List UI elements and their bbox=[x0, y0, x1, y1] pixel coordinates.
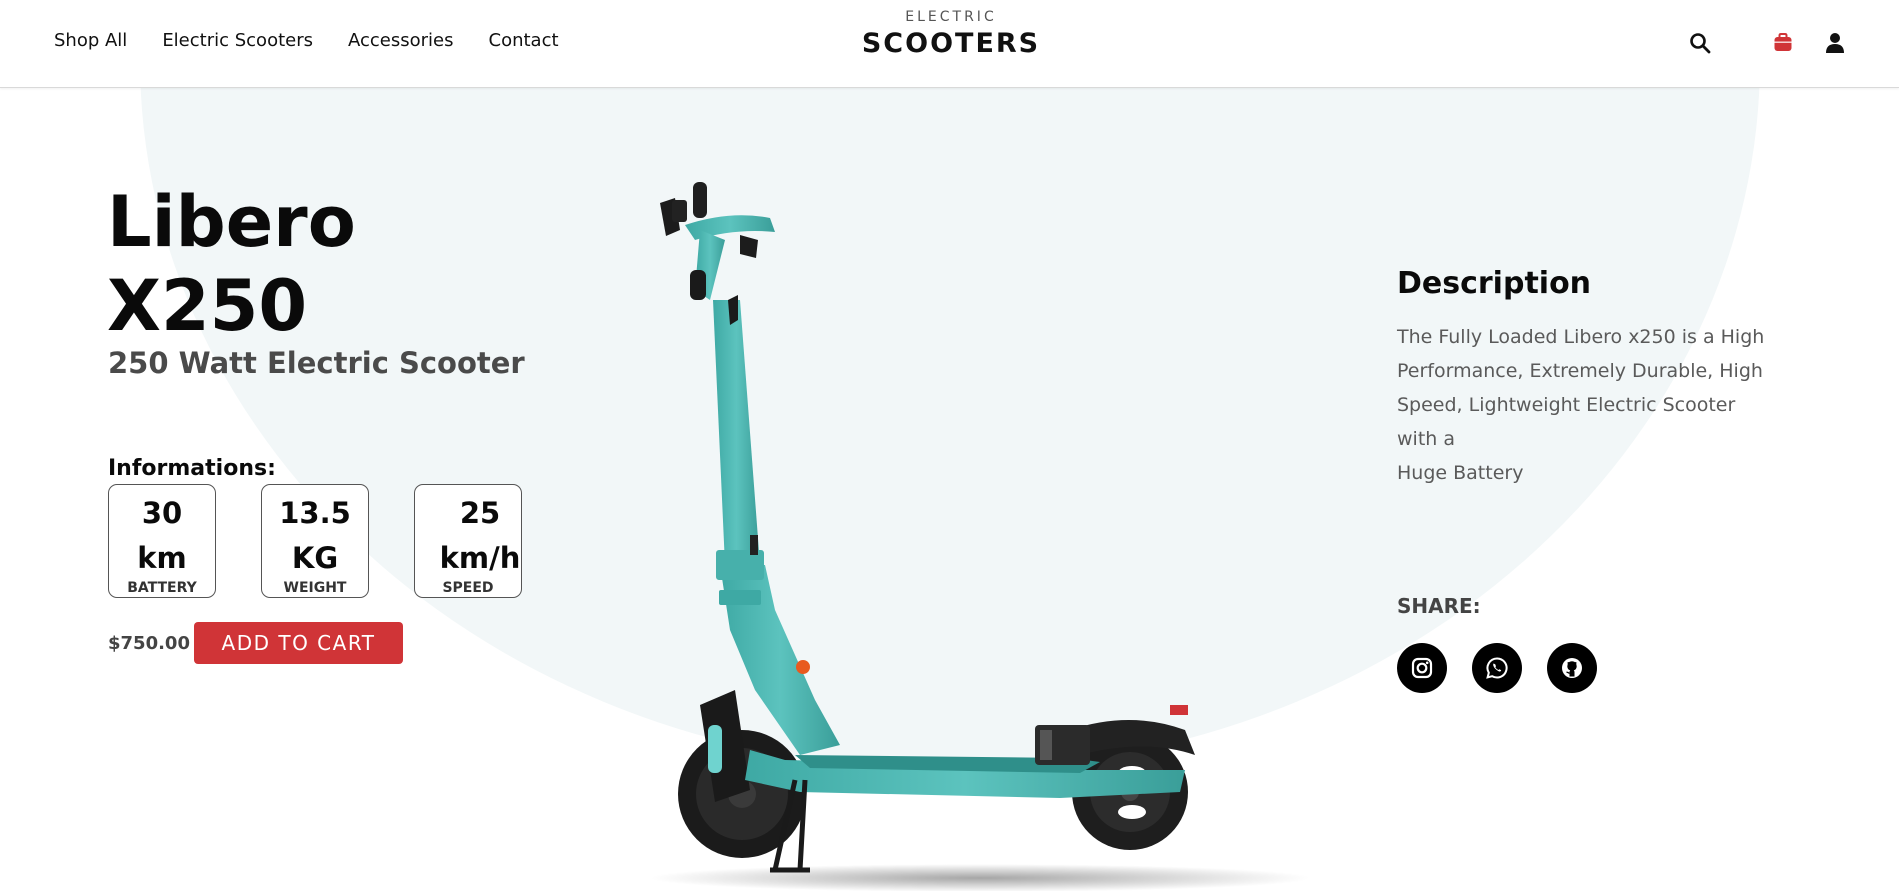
description-line: The Fully Loaded Libero x250 is a High bbox=[1397, 326, 1765, 348]
whatsapp-icon[interactable] bbox=[1472, 643, 1522, 693]
search-icon[interactable] bbox=[1687, 30, 1713, 56]
spec-label: BATTERY bbox=[127, 580, 197, 596]
description-line: Speed, Lightweight Electric Scooter bbox=[1397, 394, 1736, 416]
spec-value: 25 km/h bbox=[439, 496, 521, 575]
description-line: with a bbox=[1397, 428, 1455, 450]
site-logo[interactable]: ELECTRIC SCOOTERS bbox=[859, 8, 1043, 62]
logo-top-text: ELECTRIC bbox=[905, 9, 997, 25]
description-text: The Fully Loaded Libero x250 is a High P… bbox=[1397, 320, 1787, 490]
spec-value: 13.5 KG bbox=[279, 496, 351, 575]
github-icon[interactable] bbox=[1547, 643, 1597, 693]
site-header: Shop All Electric Scooters Accessories C… bbox=[0, 0, 1899, 88]
product-subtitle: 250 Watt Electric Scooter bbox=[108, 346, 525, 380]
nav-electric-scooters[interactable]: Electric Scooters bbox=[162, 30, 313, 51]
spec-label: WEIGHT bbox=[283, 580, 347, 596]
spec-card-battery: 30 km BATTERY bbox=[108, 484, 216, 598]
spec-label: SPEED bbox=[442, 580, 494, 596]
info-heading: Informations: bbox=[108, 456, 276, 481]
share-label: SHARE: bbox=[1397, 594, 1481, 618]
product-price: $750.00 bbox=[108, 633, 190, 654]
nav-accessories[interactable]: Accessories bbox=[348, 30, 454, 51]
product-title-line1: Libero bbox=[107, 181, 356, 263]
instagram-icon[interactable] bbox=[1397, 643, 1447, 693]
product-image-scooter bbox=[600, 170, 1360, 892]
description-line: Huge Battery bbox=[1397, 462, 1524, 484]
add-to-cart-button[interactable]: ADD TO CART bbox=[194, 622, 403, 664]
user-icon[interactable] bbox=[1822, 30, 1848, 56]
description-line: Performance, Extremely Durable, High bbox=[1397, 360, 1763, 382]
cart-icon[interactable] bbox=[1770, 30, 1796, 56]
main-nav: Shop All Electric Scooters Accessories C… bbox=[54, 30, 559, 51]
spec-value: 30 km bbox=[137, 496, 187, 575]
description-title: Description bbox=[1397, 266, 1592, 301]
product-title: Libero X250 bbox=[107, 180, 587, 348]
logo-main-text: SCOOTERS bbox=[861, 28, 1041, 59]
product-title-line2: X250 bbox=[107, 265, 308, 347]
spec-card-weight: 13.5 KG WEIGHT bbox=[261, 484, 369, 598]
spec-card-speed: 25 km/h SPEED bbox=[414, 484, 522, 598]
nav-shop-all[interactable]: Shop All bbox=[54, 30, 127, 51]
nav-contact[interactable]: Contact bbox=[489, 30, 559, 51]
